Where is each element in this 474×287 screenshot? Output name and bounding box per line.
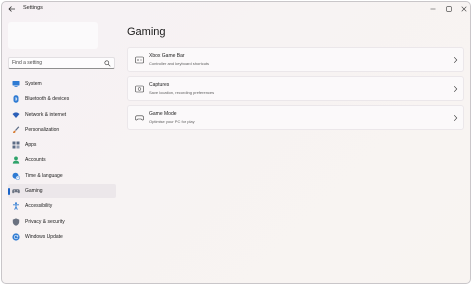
game-mode-icon bbox=[135, 114, 144, 122]
chevron-right-icon bbox=[453, 85, 458, 93]
maximize-icon bbox=[446, 6, 452, 12]
minimize-button[interactable] bbox=[426, 3, 440, 15]
globe-clock-icon bbox=[12, 172, 20, 180]
search-input[interactable] bbox=[12, 58, 102, 68]
sidebar-item-label: System bbox=[25, 81, 42, 87]
person-icon bbox=[12, 156, 20, 165]
chevron-right-icon bbox=[453, 114, 458, 122]
sidebar-nav: System Bluetooth & devices Network & int… bbox=[8, 77, 116, 245]
sidebar-item-label: Network & internet bbox=[25, 111, 67, 118]
page-title: Gaming bbox=[127, 26, 166, 38]
sidebar-item-windows-update[interactable]: Windows Update bbox=[8, 230, 116, 244]
sidebar-item-label: Apps bbox=[25, 142, 37, 149]
brush-icon bbox=[12, 126, 20, 134]
sidebar-item-time-language[interactable]: Time & language bbox=[8, 169, 116, 183]
back-arrow-icon bbox=[8, 6, 15, 12]
sidebar-item-label: Gaming bbox=[25, 188, 43, 195]
accessibility-icon bbox=[12, 202, 20, 211]
sidebar-item-privacy-security[interactable]: Privacy & security bbox=[8, 215, 116, 229]
search-box bbox=[8, 57, 115, 69]
settings-card-captures[interactable]: Captures Save location, recording prefer… bbox=[127, 76, 464, 101]
sidebar-item-label: Accounts bbox=[25, 157, 46, 164]
card-subtitle: Controller and keyboard shortcuts bbox=[149, 61, 210, 66]
sidebar-item-personalization[interactable]: Personalization bbox=[8, 123, 116, 137]
settings-window: Settings System Bluetooth bbox=[1, 1, 471, 284]
minimize-icon bbox=[430, 8, 436, 10]
sidebar-item-accessibility[interactable]: Accessibility bbox=[8, 199, 116, 213]
wifi-icon bbox=[12, 111, 20, 119]
settings-card-game-mode[interactable]: Game Mode Optimise your PC for play bbox=[127, 105, 464, 130]
search-icon bbox=[104, 60, 111, 67]
sidebar-item-label: Privacy & security bbox=[25, 218, 65, 225]
shield-icon bbox=[12, 218, 20, 226]
apps-icon bbox=[12, 141, 20, 149]
sidebar-item-label: Windows Update bbox=[25, 233, 63, 240]
bluetooth-icon bbox=[12, 95, 20, 103]
capture-icon bbox=[135, 85, 144, 93]
card-subtitle: Save location, recording preferences bbox=[149, 90, 215, 95]
selection-indicator bbox=[8, 187, 10, 195]
sidebar-item-accounts[interactable]: Accounts bbox=[8, 153, 116, 167]
settings-card-xbox-game-bar[interactable]: Xbox Game Bar Controller and keyboard sh… bbox=[127, 47, 464, 72]
sidebar-item-bluetooth-devices[interactable]: Bluetooth & devices bbox=[8, 92, 116, 106]
sidebar-item-system[interactable]: System bbox=[8, 77, 116, 91]
card-title: Game Mode bbox=[149, 111, 177, 117]
card-title: Captures bbox=[149, 82, 170, 88]
card-subtitle: Optimise your PC for play bbox=[149, 119, 195, 124]
back-button[interactable] bbox=[6, 3, 18, 15]
sidebar-item-label: Time & language bbox=[25, 172, 63, 179]
controller-icon bbox=[12, 187, 20, 195]
update-icon bbox=[12, 233, 20, 241]
window-title: Settings bbox=[23, 5, 43, 11]
maximize-button[interactable] bbox=[442, 3, 456, 15]
game-bar-icon bbox=[135, 56, 144, 64]
sidebar-item-apps[interactable]: Apps bbox=[8, 138, 116, 152]
close-button[interactable] bbox=[457, 3, 470, 15]
display-icon bbox=[12, 80, 20, 88]
sidebar-item-label: Accessibility bbox=[25, 203, 53, 210]
sidebar-item-gaming[interactable]: Gaming bbox=[8, 184, 116, 199]
card-title: Xbox Game Bar bbox=[149, 53, 185, 59]
user-profile-card[interactable] bbox=[8, 22, 98, 49]
title-bar: Settings bbox=[2, 2, 470, 16]
chevron-right-icon bbox=[453, 56, 458, 64]
sidebar-item-label: Bluetooth & devices bbox=[25, 96, 70, 103]
close-icon bbox=[461, 6, 467, 12]
sidebar-item-label: Personalization bbox=[25, 126, 60, 133]
sidebar-item-network[interactable]: Network & internet bbox=[8, 108, 116, 122]
